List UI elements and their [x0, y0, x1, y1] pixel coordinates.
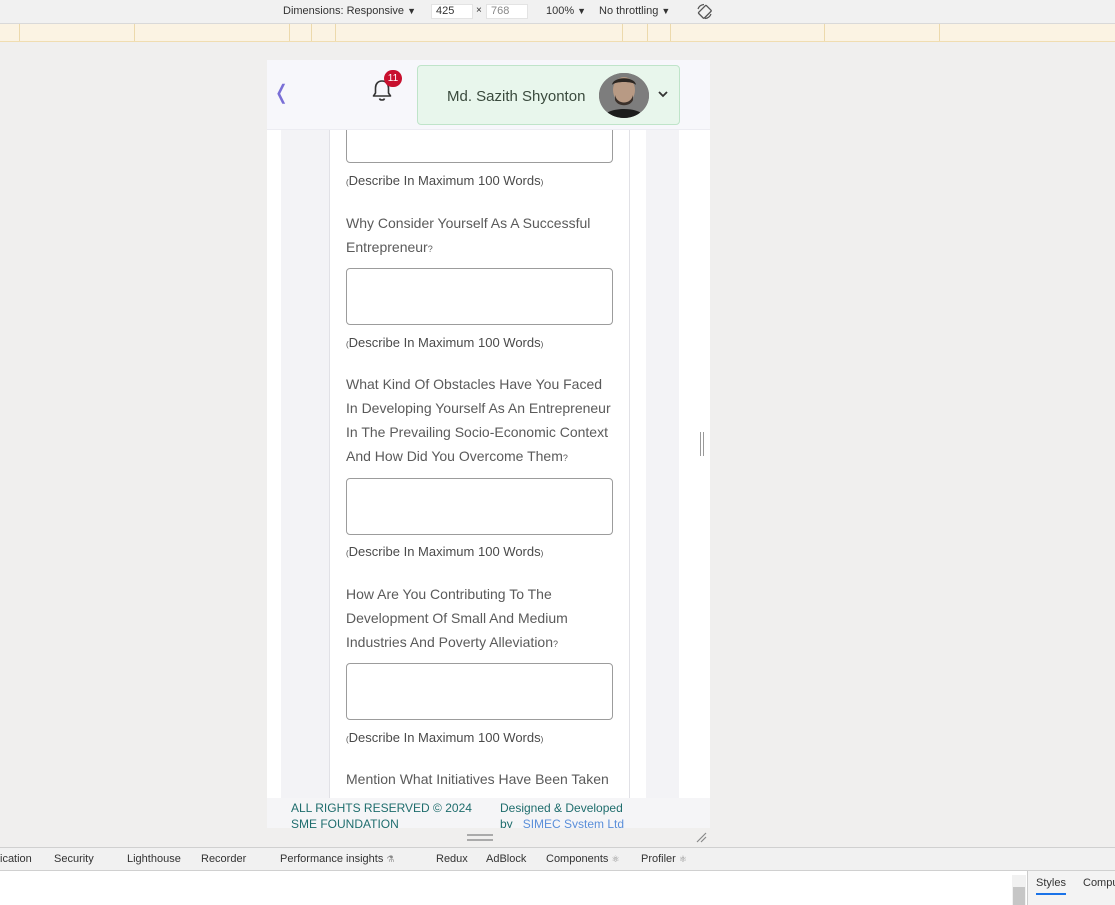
back-icon[interactable]: ❬ [273, 80, 290, 105]
footer-credits: Designed & Developed by SIMEC System Ltd [500, 800, 624, 828]
zoom-label: 100% [546, 5, 575, 17]
tab-label: Performance insights [280, 853, 384, 865]
question-label: Mention What Initiatives Have Been Taken [346, 771, 609, 787]
app-header: ❬ 11 Md. Sazith Shyonton [267, 60, 710, 130]
react-icon: ⚛ [678, 854, 687, 864]
devtools-tabs: ication Security Lighthouse Recorder Per… [0, 847, 1115, 871]
scrollbar[interactable] [1012, 875, 1026, 905]
footer-rights: ALL RIGHTS RESERVED © 2024 [291, 801, 472, 815]
tab-application[interactable]: ication [0, 853, 32, 865]
footer-org: SME FOUNDATION [291, 817, 399, 828]
chevron-down-icon[interactable] [656, 87, 670, 101]
react-icon: ⚛ [611, 854, 620, 864]
question-label: How Are You Contributing To The Developm… [346, 586, 568, 650]
footer-company-link[interactable]: SIMEC System Ltd [523, 817, 624, 828]
scrollbar-thumb[interactable] [1013, 887, 1025, 905]
word-limit-hint: (Describe In Maximum 100 Words) [346, 173, 544, 188]
flask-icon: ⚗ [386, 854, 395, 864]
tab-redux[interactable]: Redux [436, 853, 468, 865]
tab-profiler[interactable]: Profiler ⚛ [641, 853, 687, 865]
rotate-icon[interactable] [696, 3, 713, 20]
height-input[interactable]: 768 [486, 4, 528, 19]
tab-lighthouse[interactable]: Lighthouse [127, 853, 181, 865]
page-gutter-left [281, 130, 329, 800]
caret-down-icon: ▼ [407, 6, 416, 16]
zoom-dropdown[interactable]: 100% ▼ [546, 5, 586, 17]
tab-recorder[interactable]: Recorder [201, 853, 246, 865]
caret-down-icon: ▼ [577, 6, 587, 16]
answer-textarea[interactable] [346, 268, 613, 325]
avatar-image [599, 73, 649, 118]
tab-computed[interactable]: Compu [1083, 877, 1115, 889]
resize-handle-right[interactable] [700, 432, 704, 456]
tab-label: Profiler [641, 853, 676, 865]
caret-down-icon: ▼ [661, 6, 671, 16]
question-label: What Kind Of Obstacles Have You Faced In… [346, 376, 611, 464]
avatar [599, 73, 649, 118]
page-gutter-right [646, 130, 679, 800]
throttling-dropdown[interactable]: No throttling ▼ [599, 5, 670, 17]
answer-textarea[interactable] [346, 478, 613, 535]
word-limit-hint: (Describe In Maximum 100 Words) [346, 544, 544, 559]
tab-components[interactable]: Components ⚛ [546, 853, 620, 865]
throttling-label: No throttling [599, 5, 659, 17]
page-footer: ALL RIGHTS RESERVED © 2024 SME FOUNDATIO… [267, 798, 710, 828]
times-icon: × [476, 5, 482, 16]
devtools-content [0, 871, 1115, 905]
application-form: (Describe In Maximum 100 Words) Why Cons… [329, 106, 630, 820]
footer-by: by [500, 817, 513, 828]
resize-corner-icon[interactable] [696, 832, 707, 843]
tab-label: Components [546, 853, 609, 865]
footer-designed-by: Designed & Developed [500, 801, 623, 815]
width-input[interactable]: 425 [431, 4, 473, 19]
styles-pane: Styles Compu [1027, 871, 1115, 905]
user-menu[interactable]: Md. Sazith Shyonton [417, 65, 680, 125]
tab-performance-insights[interactable]: Performance insights ⚗ [280, 853, 394, 865]
word-limit-hint: (Describe In Maximum 100 Words) [346, 335, 544, 350]
question-label: Why Consider Yourself As A Successful En… [346, 215, 591, 255]
tab-adblock[interactable]: AdBlock [486, 853, 526, 865]
tab-security[interactable]: Security [54, 853, 94, 865]
dimensions-label: Dimensions: Responsive [283, 5, 405, 17]
device-toolbar: Dimensions: Responsive ▼ 425 × 768 100% ▼ … [0, 0, 1115, 24]
media-query-ruler [0, 24, 1115, 42]
device-viewport: ❬ 11 Md. Sazith Shyonton (Describe In Ma… [267, 60, 710, 828]
user-name: Md. Sazith Shyonton [447, 88, 586, 105]
footer-copyright: ALL RIGHTS RESERVED © 2024 SME FOUNDATIO… [291, 800, 472, 828]
answer-textarea[interactable] [346, 663, 613, 720]
tab-styles[interactable]: Styles [1036, 877, 1066, 895]
word-limit-hint: (Describe In Maximum 100 Words) [346, 730, 544, 745]
notification-badge: 11 [384, 70, 402, 87]
dimensions-dropdown[interactable]: Dimensions: Responsive ▼ [283, 5, 416, 17]
resize-handle-bottom[interactable] [467, 834, 493, 841]
